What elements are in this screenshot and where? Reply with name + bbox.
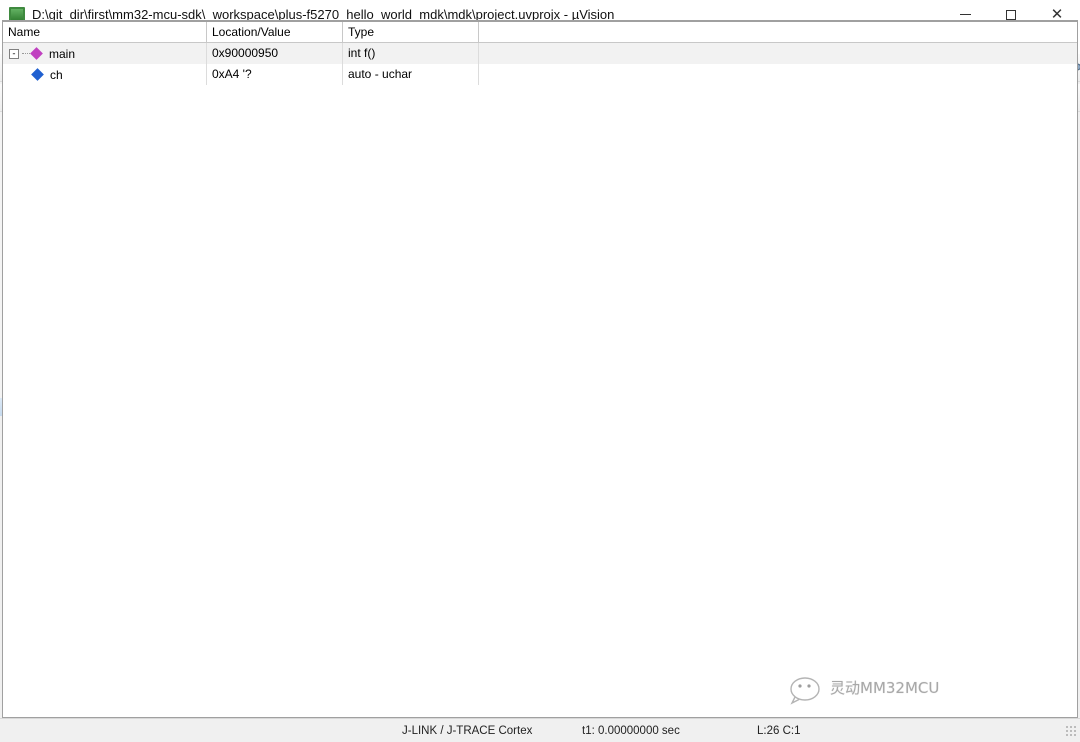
call-stack-table[interactable]: Name Location/Value Type - main 0x90000950… [2, 21, 1078, 718]
call-stack-name: main [49, 46, 76, 61]
status-time: t1: 0.00000000 sec [582, 724, 680, 737]
call-stack-column-headers: Name Location/Value Type [3, 22, 1077, 43]
call-stack-blank-cell [479, 64, 1077, 85]
cs-col-type: Type [343, 22, 479, 42]
call-stack-type: int f() [343, 43, 479, 64]
symbol-marker-icon [31, 68, 44, 81]
call-stack-name: ch [50, 67, 63, 82]
collapse-icon[interactable]: - [9, 48, 19, 59]
status-bar: J-LINK / J-TRACE Cortex t1: 0.00000000 s… [0, 718, 1080, 742]
call-stack-blank-cell [479, 43, 1077, 64]
call-stack-row[interactable]: - main 0x90000950 int f() [3, 43, 1077, 64]
cs-col-name: Name [3, 22, 207, 42]
status-empty [0, 719, 392, 742]
call-stack-name-cell: - main [3, 43, 207, 64]
call-stack-name-cell: ch [3, 64, 207, 85]
call-stack-location: 0x90000950 [207, 43, 343, 64]
uvision-window: D:\git_dir\first\mm32-mcu-sdk\_workspace… [0, 0, 1080, 742]
call-stack-type: auto - uchar [343, 64, 479, 85]
symbol-marker-icon [30, 47, 43, 60]
status-cursor-position: L:26 C:1 [757, 724, 801, 737]
status-debugger: J-LINK / J-TRACE Cortex [402, 724, 533, 737]
resize-grip[interactable] [1065, 724, 1077, 737]
call-stack-rows: - main 0x90000950 int f() ch 0xA4 '? auto - uc… [3, 43, 1077, 85]
call-stack-location: 0xA4 '? [207, 64, 343, 85]
cs-col-location: Location/Value [207, 22, 343, 42]
call-stack-row[interactable]: ch 0xA4 '? auto - uchar [3, 64, 1077, 85]
cs-col-blank [479, 22, 1077, 42]
